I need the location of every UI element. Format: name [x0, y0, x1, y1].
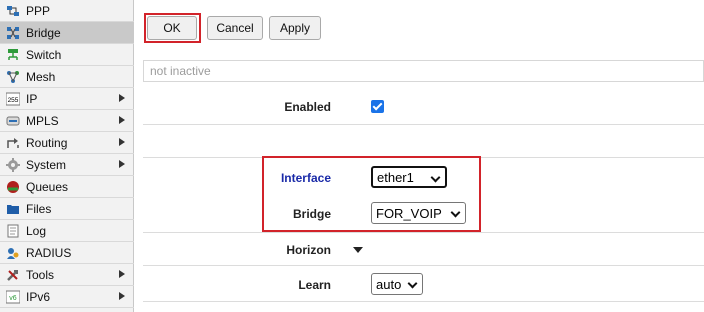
mesh-icon: [6, 70, 20, 84]
status-field: not inactive: [143, 60, 704, 82]
sidebar-item-label: MPLS: [26, 113, 59, 128]
queues-icon: [6, 180, 20, 194]
sidebar-item-switch[interactable]: Switch: [0, 44, 134, 66]
sidebar-item-label: Log: [26, 223, 47, 238]
switch-icon: [6, 48, 20, 62]
sidebar-item-label: PPP: [26, 3, 51, 18]
svg-text:255: 255: [8, 97, 19, 104]
sidebar-item-ip[interactable]: 255 IP: [0, 88, 134, 110]
bridge-select[interactable]: FOR_VOIP: [371, 202, 466, 224]
sidebar-item-label: Tools: [26, 267, 55, 282]
sidebar-item-ppp[interactable]: PPP: [0, 0, 134, 22]
submenu-arrow-icon: [119, 292, 125, 300]
submenu-arrow-icon: [119, 138, 125, 146]
divider: [143, 232, 704, 233]
interface-label: Interface: [280, 171, 331, 185]
ipv6-icon: v6: [5, 290, 21, 304]
tools-icon: [6, 268, 20, 282]
sidebar-item-label: Routing: [26, 135, 68, 150]
sidebar-item-routing[interactable]: Routing: [0, 132, 134, 154]
sidebar-item-label: Bridge: [26, 25, 61, 40]
enabled-label: Enabled: [284, 100, 331, 114]
learn-select[interactable]: auto: [371, 273, 423, 295]
cancel-button[interactable]: Cancel: [207, 16, 263, 40]
sidebar-item-queues[interactable]: Queues: [0, 176, 134, 198]
sidebar-menu: PPP Bridge Switch Mesh 255 IP MPLS Routi…: [0, 0, 134, 312]
log-icon: [6, 224, 20, 238]
sidebar-item-files[interactable]: Files: [0, 198, 134, 220]
divider: [143, 124, 704, 125]
submenu-arrow-icon: [119, 116, 125, 124]
divider: [143, 265, 704, 266]
sidebar-item-label: System: [26, 157, 67, 172]
bridge-select-value: FOR_VOIP: [376, 205, 442, 221]
sidebar-item-radius[interactable]: RADIUS: [0, 242, 134, 264]
learn-select-value: auto: [376, 276, 402, 292]
radius-icon: [6, 246, 20, 260]
system-icon: [6, 157, 20, 172]
bridge-port-form: OK Cancel Apply not inactive Enabled Int…: [135, 0, 704, 312]
sidebar-item-tools[interactable]: Tools: [0, 264, 134, 286]
folder-icon: [6, 202, 20, 216]
enabled-checkbox[interactable]: [371, 100, 384, 113]
mpls-icon: [6, 114, 20, 128]
sidebar-item-label: Queues: [26, 179, 69, 194]
chevron-down-icon: [407, 278, 418, 289]
sidebar-item-system[interactable]: System: [0, 154, 134, 176]
divider: [143, 301, 704, 302]
chevron-down-icon: [450, 207, 461, 218]
learn-label: Learn: [298, 278, 331, 292]
sidebar-item-mesh[interactable]: Mesh: [0, 66, 134, 88]
sidebar-item-label: RADIUS: [26, 245, 72, 260]
sidebar-item-bridge[interactable]: Bridge: [0, 22, 134, 44]
chevron-down-icon: [430, 172, 441, 183]
sidebar-item-label: Mesh: [26, 69, 56, 84]
sidebar-item-ipv6[interactable]: v6 IPv6: [0, 286, 134, 308]
sidebar-item-mpls[interactable]: MPLS: [0, 110, 134, 132]
submenu-arrow-icon: [119, 94, 125, 102]
sidebar-item-label: Files: [26, 201, 52, 216]
bridge-label: Bridge: [292, 207, 331, 221]
sidebar-item-label: IPv6: [26, 289, 51, 304]
sidebar-item-label: Switch: [26, 47, 62, 62]
routing-icon: [6, 136, 20, 150]
expand-triangle-icon[interactable]: [353, 247, 363, 253]
sidebar-item-label: IP: [26, 91, 38, 106]
submenu-arrow-icon: [119, 160, 125, 168]
submenu-arrow-icon: [119, 270, 125, 278]
ppp-icon: [6, 4, 20, 18]
interface-select-value: ether1: [377, 169, 414, 185]
ip-icon: 255: [5, 92, 21, 106]
ok-button[interactable]: OK: [147, 16, 197, 40]
horizon-label: Horizon: [286, 243, 331, 257]
apply-button[interactable]: Apply: [269, 16, 321, 40]
sidebar-item-log[interactable]: Log: [0, 220, 134, 242]
svg-text:v6: v6: [9, 295, 17, 302]
bridge-icon: [6, 26, 20, 40]
interface-select[interactable]: ether1: [371, 166, 447, 188]
